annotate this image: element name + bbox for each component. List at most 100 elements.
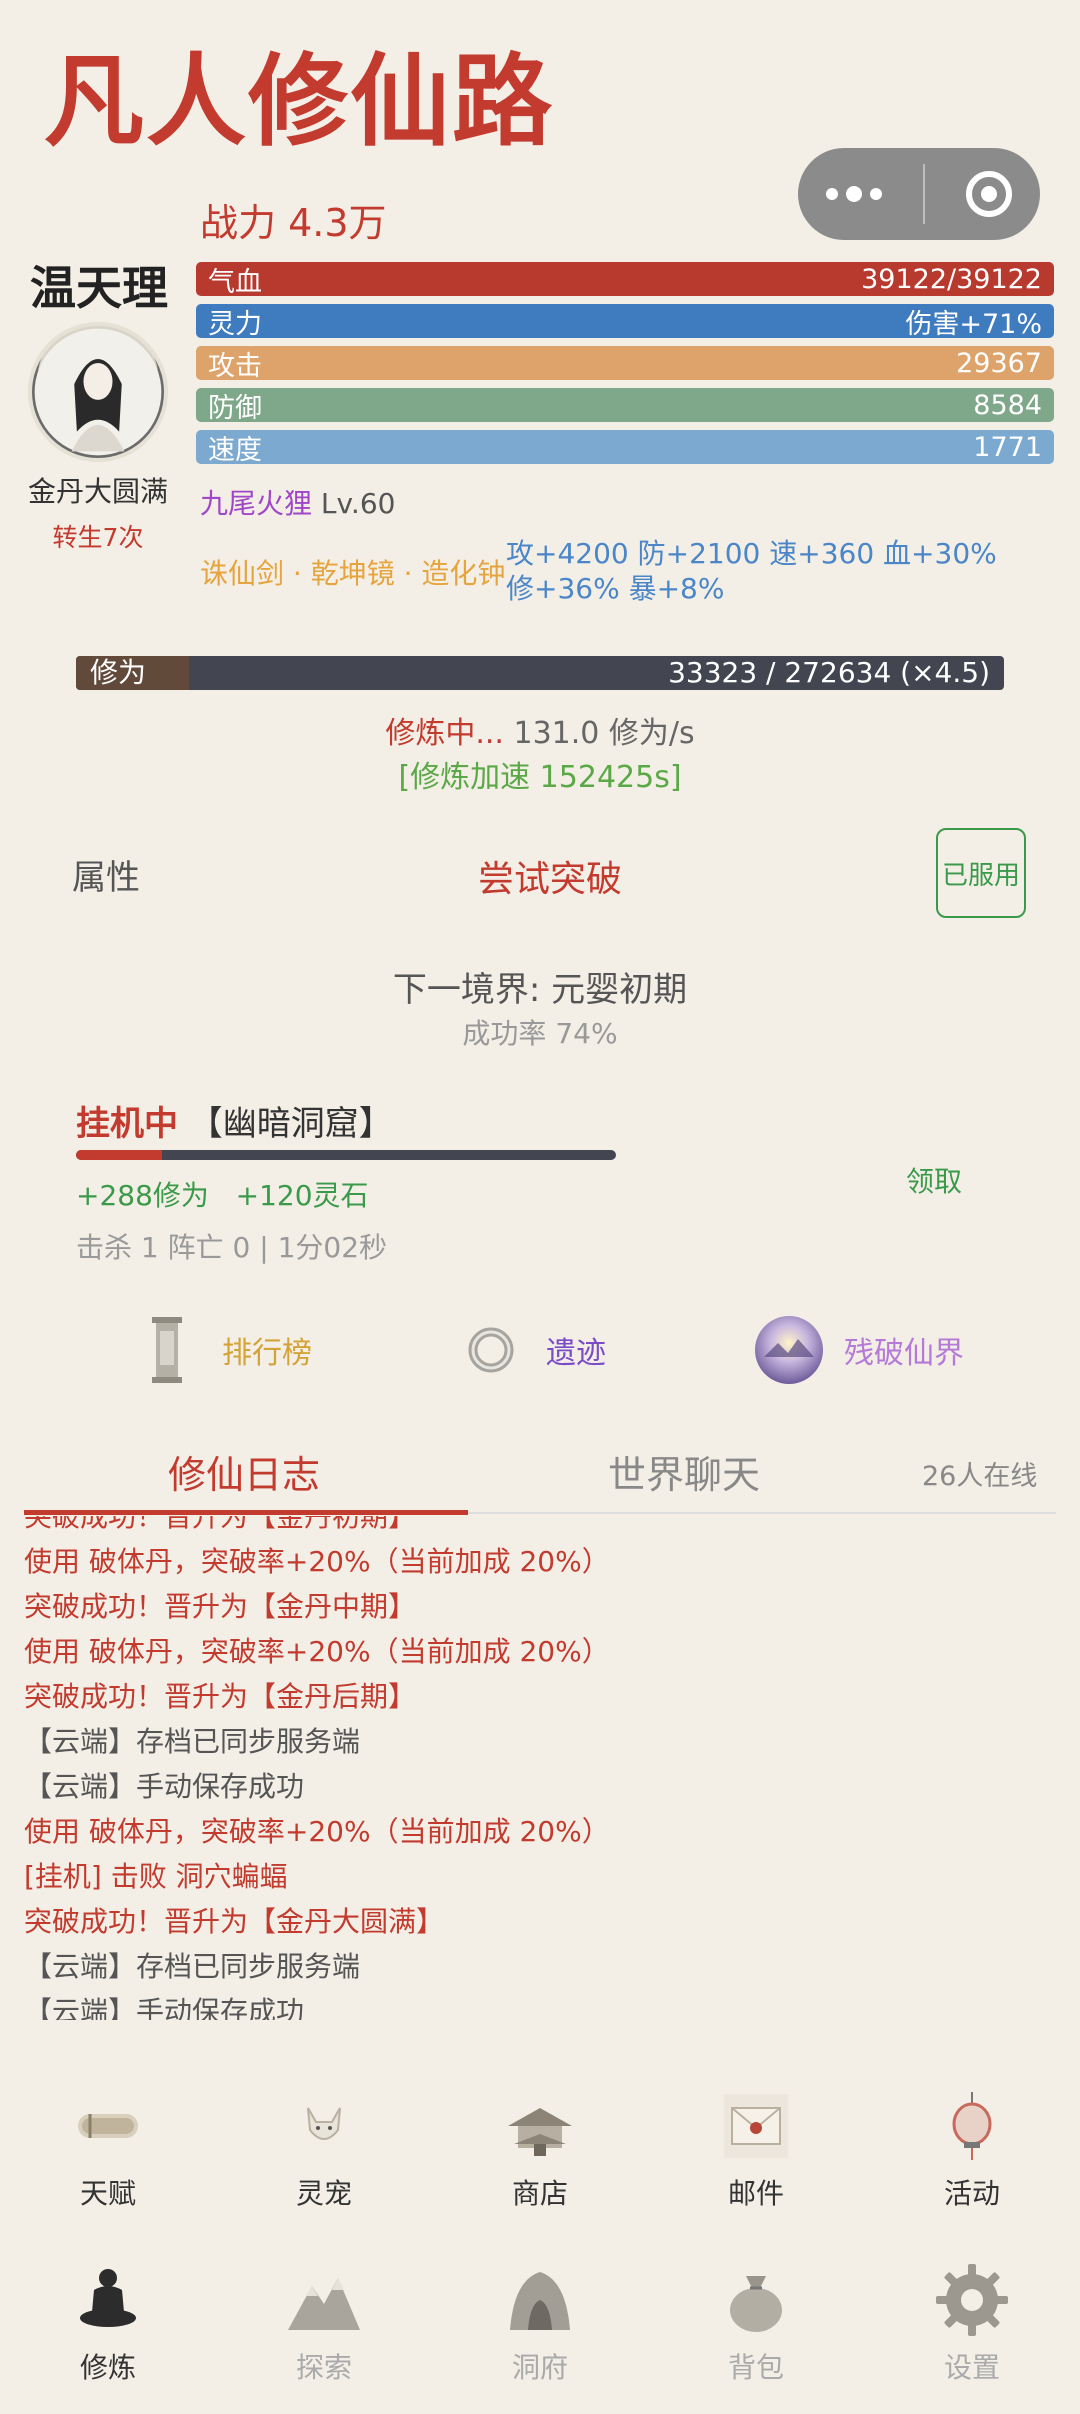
stat-bar-attack: 攻击 29367 — [196, 346, 1054, 382]
nav-pet[interactable]: 灵宠 — [216, 2086, 432, 2212]
training-state: 修炼中... — [385, 716, 504, 751]
log-entry: 突破成功！晋升为【金丹大圆满】 — [24, 1905, 445, 1938]
scroll-icon — [68, 2086, 148, 2166]
gain-cultivation: +288修为 — [76, 1179, 209, 1212]
nav-mail[interactable]: 邮件 — [648, 2086, 864, 2212]
nav-label: 活动 — [943, 2177, 1000, 2210]
ring-icon — [454, 1313, 528, 1387]
nav-talent[interactable]: 天赋 — [0, 2086, 216, 2212]
idle-status: 挂机中 【幽暗洞窟】 — [76, 1096, 393, 1145]
nav-label: 灵宠 — [295, 2177, 352, 2210]
log-entry: 【云端】手动保存成功 — [24, 1770, 305, 1803]
rebirth-count: 转生7次 — [52, 523, 144, 552]
feature-label: 遗迹 — [546, 1336, 606, 1371]
nav-explore[interactable]: 探索 — [216, 2260, 432, 2386]
bonus-line: 修+36% 暴+8% — [506, 572, 725, 605]
idle-state: 挂机中 — [76, 1104, 178, 1144]
stat-value: 39122/39122 — [861, 263, 1042, 295]
leaderboard-button[interactable]: 排行榜 — [130, 1310, 312, 1390]
ruins-button[interactable]: 遗迹 — [454, 1310, 606, 1390]
gear-icon — [932, 2260, 1012, 2340]
idle-stats: 击杀 1 阵亡 0 | 1分02秒 — [76, 1231, 388, 1264]
pillar-icon — [130, 1313, 204, 1387]
online-count: 26人在线 — [922, 1461, 1038, 1492]
nav-label: 探索 — [295, 2351, 352, 2384]
meditation-icon — [68, 2260, 148, 2340]
bag-icon — [716, 2260, 796, 2340]
nav-label: 背包 — [727, 2351, 784, 2384]
bonus-line: 攻+4200 防+2100 速+360 血+30% — [506, 537, 997, 570]
cultivation-bar: 修为 33323 / 272634 (×4.5) — [76, 656, 1004, 690]
miniapp-capsule — [798, 148, 1040, 240]
log-entry: 突破成功！晋升为【金丹后期】 — [24, 1680, 417, 1713]
attributes-button[interactable]: 属性 — [72, 850, 140, 899]
log-entry: 使用 破体丹，突破率+20%（当前加成 20%） — [24, 1815, 610, 1848]
stat-value: 29367 — [956, 347, 1042, 379]
cultivation-label: 修为 — [90, 656, 147, 689]
stat-label: 防御 — [208, 392, 262, 424]
log-entry: 【云端】存档已同步服务端 — [24, 1725, 361, 1758]
fox-icon — [284, 2086, 364, 2166]
lantern-icon — [932, 2086, 1012, 2166]
feature-label: 残破仙界 — [844, 1336, 964, 1371]
nav-label: 天赋 — [79, 2177, 136, 2210]
stat-label: 攻击 — [208, 350, 262, 382]
nav-settings[interactable]: 设置 — [864, 2260, 1080, 2386]
player-realm: 金丹大圆满 — [27, 475, 168, 508]
active-tab-indicator — [24, 1510, 468, 1515]
breakthrough-button[interactable]: 尝试突破 — [478, 850, 622, 902]
log-entry: 突破成功！晋升为【金丹中期】 — [24, 1590, 417, 1623]
success-rate: 成功率 74% — [462, 1017, 618, 1050]
pet-info[interactable]: 九尾火狸 Lv.60 — [200, 482, 395, 522]
log-entry: 使用 破体丹，突破率+20%（当前加成 20%） — [24, 1635, 610, 1668]
app-title: 凡人修仙路 — [44, 42, 554, 160]
nav-events[interactable]: 活动 — [864, 2086, 1080, 2212]
stat-value: 伤害+71% — [905, 308, 1042, 340]
close-miniapp-icon[interactable] — [966, 171, 1012, 217]
capsule-divider — [923, 164, 925, 224]
nav-label: 洞府 — [511, 2351, 568, 2384]
log-entry: 【云端】存档已同步服务端 — [24, 1950, 361, 1983]
pet-name: 九尾火狸 — [200, 487, 313, 520]
nav-label: 修炼 — [79, 2351, 136, 2384]
stat-label: 灵力 — [208, 308, 262, 340]
nav-cultivate[interactable]: 修炼 — [0, 2260, 216, 2386]
stat-bar-spirit: 灵力 伤害+71% — [196, 304, 1054, 340]
stat-label: 速度 — [208, 434, 262, 466]
log-entry: 【云端】手动保存成功 — [24, 1995, 305, 2020]
more-icon[interactable] — [826, 186, 882, 202]
log-entry-cutoff: 突破成功！晋升为【金丹初期】 — [24, 1516, 417, 1533]
idle-progress-fill — [76, 1150, 163, 1160]
envelope-icon — [716, 2086, 796, 2166]
equipment-list: 诛仙剑 · 乾坤镜 · 造化钟 — [200, 557, 506, 590]
nav-shop[interactable]: 商店 — [432, 2086, 648, 2212]
training-speedup: [修炼加速 152425s] — [398, 760, 682, 795]
stat-value: 1771 — [973, 431, 1042, 463]
feature-label: 排行榜 — [222, 1336, 312, 1371]
pavilion-icon — [500, 2086, 580, 2166]
stat-bar-speed: 速度 1771 — [196, 430, 1054, 466]
broken-realm-button[interactable]: 残破仙界 — [752, 1310, 964, 1390]
stat-value: 8584 — [973, 389, 1042, 421]
nav-label: 邮件 — [727, 2177, 784, 2210]
claim-button[interactable]: 领取 — [906, 1160, 962, 1200]
realm-orb-icon — [752, 1313, 826, 1387]
nav-label: 商店 — [511, 2177, 568, 2210]
log-entry: 使用 破体丹，突破率+20%（当前加成 20%） — [24, 1545, 610, 1578]
nav-cave[interactable]: 洞府 — [432, 2260, 648, 2386]
idle-location: 【幽暗洞窟】 — [178, 1104, 393, 1144]
stat-bar-hp: 气血 39122/39122 — [196, 262, 1054, 298]
gain-stones: +120灵石 — [235, 1179, 369, 1212]
equipment-bonus: 攻+4200 防+2100 速+360 血+30% 修+36% 暴+8% — [506, 536, 997, 606]
tab-cultivation-log[interactable]: 修仙日志 — [168, 1444, 320, 1499]
cultivation-value: 33323 / 272634 (×4.5) — [668, 656, 990, 689]
idle-gains: +288修为 +120灵石 — [76, 1174, 369, 1214]
nav-label: 设置 — [943, 2351, 1000, 2384]
pet-level: Lv.60 — [320, 487, 396, 520]
nav-bag[interactable]: 背包 — [648, 2260, 864, 2386]
used-pill-button[interactable]: 已服用 — [936, 828, 1026, 918]
tab-world-chat[interactable]: 世界聊天 — [608, 1444, 760, 1499]
log-list[interactable]: 突破成功！晋升为【金丹初期】 使用 破体丹，突破率+20%（当前加成 20%） … — [24, 1516, 1056, 2020]
avatar[interactable] — [28, 322, 168, 462]
next-realm: 下一境界: 元婴初期 — [392, 970, 688, 1010]
